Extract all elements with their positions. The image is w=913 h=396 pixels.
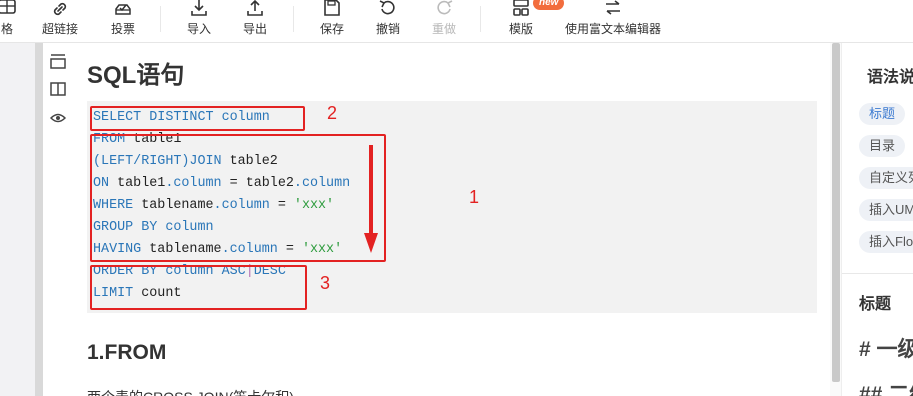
help-tag-heading[interactable]: 标题: [859, 103, 906, 125]
paragraph-text: 两个表的CROSS JOIN(笛卡尔积): [87, 387, 294, 396]
help-section-title: 标题: [859, 296, 892, 313]
annotation-box-order: [90, 265, 307, 310]
help-example-h2: ## 二级标题: [859, 383, 913, 396]
section-heading: 1.FROM: [87, 341, 167, 364]
split-view-icon: [50, 82, 66, 96]
help-tag-uml[interactable]: 插入UML图: [859, 199, 913, 221]
toolbar-link-label: 超链接: [41, 22, 78, 36]
toolbar-import-button[interactable]: 导入: [185, 0, 213, 42]
toolbar-table-label: 格: [0, 22, 13, 36]
sql-code-block: SELECT DISTINCT column FROM table1 (LEFT…: [87, 101, 817, 313]
vote-icon: [115, 4, 131, 15]
toolbar-export-button[interactable]: 导出: [241, 0, 269, 42]
annotation-number: 3: [320, 273, 331, 293]
toolbar-redo-label: 重做: [431, 22, 456, 36]
help-divider: [842, 273, 913, 274]
toolbar-template-label: 模版: [508, 22, 533, 36]
toolbar-separator: [160, 6, 161, 32]
annotation-box-main: [90, 134, 386, 262]
toolbar-rich-text-label: 使用富文本编辑器: [564, 22, 661, 36]
toc-view-button[interactable]: [48, 51, 68, 71]
undo-icon: [379, 0, 395, 15]
page-title: SQL语句: [87, 62, 185, 89]
markdown-editor[interactable]: SQL语句 SELECT DISTINCT column FROM table1…: [73, 43, 830, 396]
annotation-number: 2: [327, 103, 338, 123]
left-gutter: [0, 43, 35, 396]
import-icon: [191, 0, 207, 16]
toolbar-save-button[interactable]: 保存: [318, 0, 346, 42]
view-mode-icons: [43, 43, 73, 396]
help-example-h1: # 一级标题: [859, 338, 913, 361]
toolbar-vote-button[interactable]: 投票: [108, 0, 138, 42]
help-tag-custom-list[interactable]: 自定义列表: [859, 167, 913, 189]
switch-editor-icon: [606, 0, 620, 15]
annotation-number: 1: [469, 187, 480, 207]
toolbar-table-button[interactable]: 格: [0, 0, 20, 42]
toolbar-undo-label: 撤销: [375, 22, 400, 36]
template-icon: [513, 0, 529, 16]
toolbar-template-button[interactable]: 模版: [507, 0, 535, 42]
toolbar-separator: [480, 6, 481, 32]
down-arrow-icon: [364, 145, 378, 253]
help-panel-title: 语法说明: [867, 69, 913, 86]
toolbar-vote-label: 投票: [110, 22, 135, 36]
save-icon: [324, 0, 340, 16]
editor-toolbar: 格 超链接 投票 导入 导出 保存 撤销 重做 模版 new 使用富文本编辑器: [0, 0, 913, 43]
toolbar-import-label: 导入: [186, 22, 211, 36]
toolbar-redo-button[interactable]: 重做: [430, 0, 458, 42]
toolbar-separator: [293, 6, 294, 32]
new-badge: new: [533, 0, 565, 10]
help-tag-flowchart[interactable]: 插入Flowchart: [859, 231, 913, 253]
help-tag-toc[interactable]: 目录: [859, 135, 906, 157]
annotation-box-select: [90, 106, 305, 131]
redo-icon: [437, 0, 453, 15]
toolbar-save-label: 保存: [319, 22, 344, 36]
editor-scrollbar-thumb[interactable]: [832, 43, 840, 382]
link-icon: [53, 2, 67, 16]
preview-button[interactable]: [48, 108, 68, 128]
toolbar-rich-text-button[interactable]: 使用富文本编辑器: [563, 0, 663, 42]
toolbar-undo-button[interactable]: 撤销: [374, 0, 402, 42]
toolbar-link-button[interactable]: 超链接: [40, 0, 80, 42]
toc-icon: [50, 54, 66, 69]
split-view-button[interactable]: [48, 79, 68, 99]
toolbar-export-label: 导出: [242, 22, 267, 36]
table-icon: [0, 0, 16, 14]
syntax-help-panel: 语法说明 标题 目录 自定义列表 插入UML图 插入Flowchart 标题 #…: [841, 43, 913, 396]
left-rail: [35, 43, 43, 396]
eye-icon: [50, 113, 66, 123]
export-icon: [247, 0, 263, 16]
